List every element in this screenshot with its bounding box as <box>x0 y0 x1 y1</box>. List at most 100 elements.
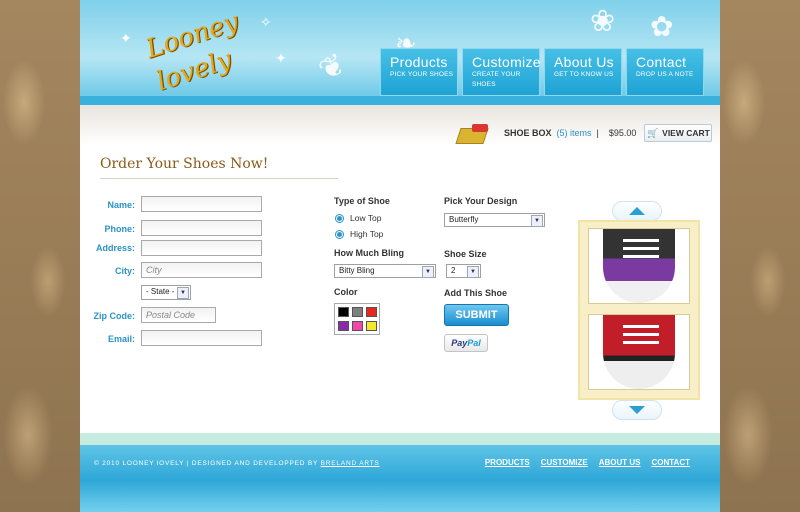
nav-title: Products <box>390 54 448 70</box>
submit-button[interactable]: SUBMIT <box>444 304 509 326</box>
shoe-preview-panel <box>578 220 700 400</box>
radio-icon <box>335 213 344 223</box>
color-swatches <box>334 303 380 335</box>
cart-total: $95.00 <box>608 128 637 138</box>
radio-high-top[interactable]: High Top <box>335 229 383 239</box>
view-cart-label: VIEW CART <box>662 128 710 138</box>
cart-icon: 🛒 <box>646 127 659 138</box>
nav-title: About Us <box>554 54 614 70</box>
background-right-burlap <box>720 0 800 512</box>
nav-subtitle: DROP US A NOTE <box>636 71 694 78</box>
credit-link[interactable]: BRELAND ARTS <box>321 460 380 467</box>
phone-label: Phone: <box>104 224 136 234</box>
paypal-button[interactable]: Pay Pal <box>444 334 488 352</box>
header-strip <box>80 96 720 105</box>
nav-customize[interactable]: Customize CREATE YOUR SHOES <box>462 48 541 96</box>
nav-title: Customize <box>472 54 541 70</box>
flower-icon: ❀ <box>590 5 616 38</box>
cart-items-count[interactable]: (5) items <box>557 128 592 138</box>
state-value: - State - <box>146 287 175 296</box>
address-field[interactable] <box>141 240 262 256</box>
footer-link-about-us[interactable]: ABOUT US <box>599 458 641 467</box>
chevron-down-icon: ▼ <box>467 266 479 278</box>
scroll-down-button[interactable] <box>612 400 662 420</box>
name-field[interactable] <box>141 196 262 212</box>
shoe-preview-image[interactable] <box>588 314 690 390</box>
shoe-box-icon <box>455 124 494 144</box>
footer-links: PRODUCTS CUSTOMIZE ABOUT US CONTACT <box>485 458 690 467</box>
bling-value: Bitty Bling <box>339 266 375 275</box>
zip-label: Zip Code: <box>93 311 136 321</box>
nav-subtitle: GET TO KNOW US <box>554 71 614 78</box>
paypal-pay-text: Pay <box>451 338 468 348</box>
state-select[interactable]: - State - ▼ <box>141 285 191 300</box>
name-label: Name: <box>107 200 135 210</box>
chevron-down-icon: ▼ <box>177 287 189 299</box>
swatch-gray[interactable] <box>352 307 363 317</box>
size-heading: Shoe Size <box>444 249 487 259</box>
email-field[interactable] <box>141 330 262 346</box>
footer-link-contact[interactable]: CONTACT <box>651 458 690 467</box>
design-heading: Pick Your Design <box>444 196 518 206</box>
add-shoe-heading: Add This Shoe <box>444 288 507 298</box>
color-heading: Color <box>334 287 358 297</box>
background-left-burlap <box>0 0 80 512</box>
nav-contact[interactable]: Contact DROP US A NOTE <box>626 48 704 96</box>
arrow-down-icon <box>629 406 645 414</box>
leaf-icon: ❦ <box>313 46 352 89</box>
copyright-text: © 2010 LOONEY lOVELY | DESIGNED AND DEVE… <box>94 460 319 467</box>
zip-field[interactable]: Postal Code <box>141 307 216 323</box>
swatch-black[interactable] <box>338 307 349 317</box>
address-label: Address: <box>95 243 135 253</box>
arrow-up-icon <box>629 207 645 215</box>
radio-low-top[interactable]: Low Top <box>335 213 382 223</box>
nav-title: Contact <box>636 54 687 70</box>
swatch-yellow[interactable] <box>366 320 377 331</box>
footer-link-products[interactable]: PRODUCTS <box>485 458 530 467</box>
phone-field[interactable] <box>141 220 262 236</box>
shoe-preview-image[interactable] <box>588 228 690 304</box>
footer-copyright: © 2010 LOONEY lOVELY | DESIGNED AND DEVE… <box>94 460 380 467</box>
nav-about-us[interactable]: About Us GET TO KNOW US <box>544 48 622 96</box>
bling-select[interactable]: Bitty Bling ▼ <box>334 264 436 278</box>
swatch-pink[interactable] <box>352 320 363 331</box>
main-nav: Products PICK YOUR SHOES Customize CREAT… <box>380 48 704 96</box>
footer: © 2010 LOONEY lOVELY | DESIGNED AND DEVE… <box>80 433 720 512</box>
swatch-red[interactable] <box>366 307 377 317</box>
city-label: City: <box>115 266 135 276</box>
radio-label: High Top <box>350 229 384 239</box>
sparkle-icon: ✧ <box>260 14 272 30</box>
design-value: Butterfly <box>449 215 479 224</box>
nav-subtitle: CREATE YOUR SHOES <box>472 71 521 88</box>
swatch-purple[interactable] <box>338 320 349 331</box>
cart-separator: | <box>596 128 599 138</box>
cart-label: SHOE BOX <box>504 128 552 138</box>
cart-bar: SHOE BOX (5) items | $95.00 🛒 VIEW CART <box>455 124 713 144</box>
view-cart-button[interactable]: 🛒 VIEW CART <box>644 124 713 142</box>
scroll-up-button[interactable] <box>612 201 662 221</box>
nav-products[interactable]: Products PICK YOUR SHOES <box>380 48 458 96</box>
shoe-type-heading: Type of Shoe <box>334 196 390 206</box>
size-select[interactable]: 2 ▼ <box>446 264 481 278</box>
size-value: 2 <box>451 266 456 275</box>
bling-heading: How Much Bling <box>334 248 404 258</box>
design-select[interactable]: Butterfly ▼ <box>444 213 545 227</box>
page: Looney lovely ✦ ✧ ✦ ❦ ❧ ❀ ✿ Products PIC… <box>80 0 720 512</box>
flower-icon: ✿ <box>650 11 674 42</box>
sparkle-icon: ✦ <box>275 50 287 66</box>
radio-icon <box>335 229 344 239</box>
sparkle-icon: ✦ <box>120 30 132 46</box>
title-divider <box>100 178 338 179</box>
paypal-pal-text: Pal <box>467 338 481 348</box>
nav-subtitle: PICK YOUR SHOES <box>390 71 454 78</box>
chevron-down-icon: ▼ <box>531 215 543 227</box>
email-label: Email: <box>107 334 135 344</box>
city-field[interactable]: City <box>141 262 262 278</box>
chevron-down-icon: ▼ <box>422 266 434 278</box>
logo[interactable]: Looney lovely <box>110 6 242 106</box>
header: Looney lovely ✦ ✧ ✦ ❦ ❧ ❀ ✿ Products PIC… <box>80 0 720 105</box>
logo-text: Looney lovely <box>142 6 243 98</box>
radio-label: Low Top <box>350 213 382 223</box>
page-title: Order Your Shoes Now! <box>100 156 269 172</box>
footer-link-customize[interactable]: CUSTOMIZE <box>541 458 588 467</box>
